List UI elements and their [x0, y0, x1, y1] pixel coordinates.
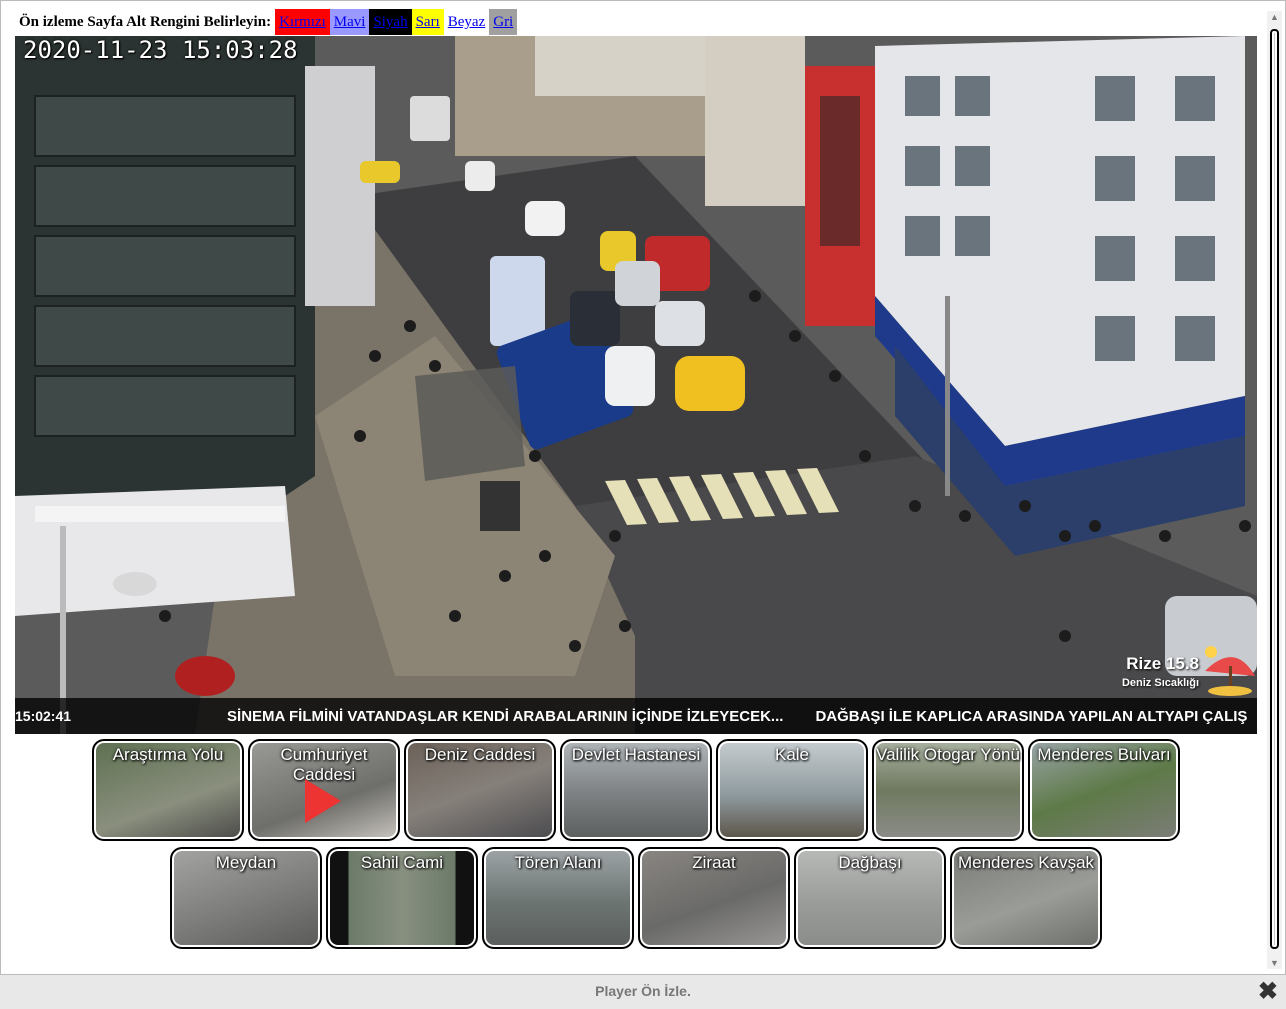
camera-thumb-meydan[interactable]: Meydan — [170, 847, 322, 949]
camera-thumb-ziraat[interactable]: Ziraat — [638, 847, 790, 949]
camera-thumb-label: Dağbaşı — [838, 853, 902, 872]
scroll-up-icon[interactable]: ▲ — [1267, 11, 1282, 23]
camera-thumb-label: Menderes Bulvarı — [1037, 745, 1171, 764]
camera-thumb-kale[interactable]: Kale — [716, 739, 868, 841]
camera-timestamp: 2020-11-23 15:03:28 — [23, 36, 298, 64]
camera-thumb-deniz-caddesi[interactable]: Deniz Caddesi — [404, 739, 556, 841]
camera-thumb-sahil-cami[interactable]: Sahil Cami — [326, 847, 478, 949]
ticker-clock: 15:02:41 — [15, 708, 72, 724]
scroll-down-icon[interactable]: ▼ — [1267, 957, 1282, 969]
camera-thumb-label: Tören Alanı — [514, 853, 602, 872]
ticker-news-item: DAĞBAŞI İLE KAPLICA ARASINDA YAPILAN ALT… — [815, 707, 1248, 725]
weather-subtitle: Deniz Sıcaklığı — [1121, 677, 1199, 689]
camera-view — [15, 36, 1257, 734]
ticker-news-item: SİNEMA FİLMİNİ VATANDAŞLAR KENDİ ARABALA… — [227, 707, 784, 725]
vertical-scrollbar[interactable]: ▲ ▼ — [1267, 11, 1282, 969]
weather-temperature: Rize 15.8 — [1126, 654, 1199, 673]
color-selector-label: Ön izleme Sayfa Alt Rengini Belirleyin: — [19, 13, 272, 30]
camera-thumb-label: Devlet Hastanesi — [571, 745, 701, 764]
thumbnail-row-1: Araştırma Yolu Cumhuriyet Caddesi Deniz … — [1, 739, 1271, 841]
camera-thumb-arastirma-yolu[interactable]: Araştırma Yolu — [92, 739, 244, 841]
footer-bar: Player Ön İzle. ✖ — [0, 975, 1286, 1009]
footer-label: Player Ön İzle. — [595, 983, 691, 999]
camera-thumb-devlet-hastanesi[interactable]: Devlet Hastanesi — [560, 739, 712, 841]
color-option-white[interactable]: Beyaz — [443, 9, 490, 35]
camera-thumb-label: Sahil Cami — [360, 853, 444, 872]
color-option-blue[interactable]: Mavi — [329, 9, 370, 35]
camera-thumb-label: Kale — [774, 745, 810, 764]
camera-thumb-menderes-bulvari[interactable]: Menderes Bulvarı — [1028, 739, 1180, 841]
news-ticker: 15:02:41 SİNEMA FİLMİNİ VATANDAŞLAR KEND… — [15, 698, 1257, 734]
preview-window: Ön izleme Sayfa Alt Rengini Belirleyin: … — [0, 0, 1286, 975]
camera-thumb-label: Meydan — [215, 853, 277, 872]
camera-thumb-label: Valilik Otogar Yönü — [876, 745, 1020, 764]
scrollbar-thumb[interactable] — [1270, 29, 1279, 949]
video-player[interactable]: 2020-11-23 15:03:28 Rize 15.8 Deniz Sıca… — [15, 36, 1257, 734]
camera-thumb-label: Ziraat — [692, 853, 736, 872]
camera-thumb-dagbasi[interactable]: Dağbaşı — [794, 847, 946, 949]
color-option-gray[interactable]: Gri — [489, 9, 518, 35]
color-option-black[interactable]: Siyah — [369, 9, 412, 35]
weather-overlay: Rize 15.8 Deniz Sıcaklığı — [1122, 654, 1199, 689]
camera-thumb-toren-alani[interactable]: Tören Alanı — [482, 847, 634, 949]
camera-thumb-menderes-kavsak[interactable]: Menderes Kavşak — [950, 847, 1102, 949]
color-option-red[interactable]: Kırmızı — [275, 9, 330, 35]
camera-thumb-valilik-otogar-yonu[interactable]: Valilik Otogar Yönü — [872, 739, 1024, 841]
play-icon[interactable] — [305, 779, 341, 823]
thumbnail-row-2: Meydan Sahil Cami Tören Alanı Ziraat Dağ… — [1, 847, 1271, 949]
close-icon[interactable]: ✖ — [1258, 979, 1278, 1005]
camera-thumb-cumhuriyet-caddesi[interactable]: Cumhuriyet Caddesi — [248, 739, 400, 841]
camera-thumb-label: Araştırma Yolu — [112, 745, 224, 764]
camera-thumb-label: Deniz Caddesi — [424, 745, 536, 764]
camera-thumb-label: Menderes Kavşak — [957, 853, 1095, 872]
color-option-yellow[interactable]: Sarı — [411, 9, 444, 35]
camera-thumbnails: Araştırma Yolu Cumhuriyet Caddesi Deniz … — [1, 739, 1271, 955]
color-selector-bar: Ön izleme Sayfa Alt Rengini Belirleyin: … — [19, 9, 518, 35]
